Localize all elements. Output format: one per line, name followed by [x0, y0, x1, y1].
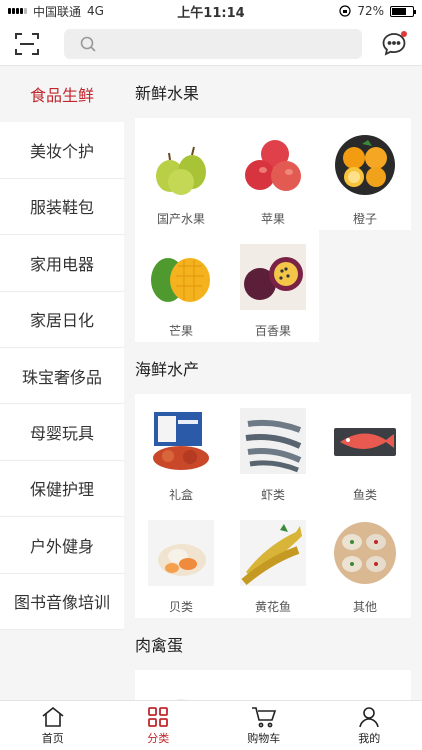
product-card[interactable]: 礼盒	[135, 394, 227, 506]
bowl-icon	[332, 684, 398, 700]
sidebar-item-label: 食品生鲜	[29, 86, 94, 106]
search-input[interactable]	[104, 36, 362, 51]
section-title: 海鲜水产	[135, 360, 200, 379]
product-label: 百香果	[254, 324, 291, 338]
product-label: 芒果	[168, 324, 193, 338]
product-label: 橙子	[352, 212, 377, 226]
section-title: 新鲜水果	[135, 84, 200, 103]
signal-icon	[8, 8, 27, 14]
product-card[interactable]: 百香果	[227, 230, 319, 342]
product-card[interactable]: 鱼类	[319, 394, 411, 506]
category-content: 新鲜水果 国产水果 苹果 橙子 芒果 百香果 海鲜水产 礼盒 虾类 鱼类 贝类 …	[135, 66, 411, 700]
sidebar-item-outdoor[interactable]: 户外健身	[0, 517, 124, 574]
battery-icon	[390, 5, 416, 17]
section-grid: 国产水果 苹果 橙子 芒果 百香果	[135, 118, 411, 342]
search-bar[interactable]	[64, 28, 362, 59]
tab-label: 分类	[147, 731, 170, 745]
home-icon	[42, 706, 64, 727]
status-bar: 中国联通 4G 上午11:14 72%	[0, 0, 422, 22]
product-label: 礼盒	[168, 488, 193, 502]
sidebar-item-jewelry[interactable]: 珠宝奢侈品	[0, 347, 124, 405]
user-icon	[359, 706, 380, 727]
tab-cart[interactable]: 购物车	[211, 701, 317, 750]
message-button[interactable]	[378, 28, 410, 60]
sidebar-item-appliances[interactable]: 家用电器	[0, 235, 124, 292]
product-card[interactable]: 国产水果	[135, 118, 227, 230]
product-card[interactable]: 虾类	[227, 394, 319, 506]
pear-icon	[156, 146, 206, 195]
product-card[interactable]: 苹果	[227, 118, 319, 230]
sidebar-item-label: 家用电器	[29, 254, 94, 274]
scan-icon	[15, 32, 39, 55]
product-card[interactable]: 黄花鱼	[227, 506, 319, 618]
product-label: 贝类	[168, 600, 193, 614]
section-grid: 礼盒 虾类 鱼类 贝类 黄花鱼 其他	[135, 394, 411, 618]
plate-icon	[175, 699, 187, 700]
blank-image	[240, 684, 306, 700]
sidebar-item-health[interactable]: 保健护理	[0, 460, 124, 518]
shrimp-icon	[240, 408, 306, 474]
product-label: 苹果	[260, 212, 285, 226]
sidebar-item-label: 保健护理	[29, 480, 94, 500]
sidebar-item-books[interactable]: 图书音像培训	[0, 573, 124, 630]
section-title: 肉禽蛋	[135, 636, 184, 655]
product-card[interactable]	[227, 670, 319, 700]
product-card[interactable]: 其他	[319, 506, 411, 618]
product-card[interactable]: 芒果	[135, 230, 227, 342]
product-card[interactable]	[135, 670, 227, 700]
clock: 上午11:14	[177, 5, 245, 21]
sidebar-item-label: 服装鞋包	[29, 198, 94, 218]
scan-button[interactable]	[12, 29, 42, 59]
bottom-tab-bar: 首页 分类 购物车 我的	[0, 700, 422, 750]
gift-box-icon	[153, 412, 209, 470]
passionfruit-icon	[240, 244, 306, 310]
yellow-croaker-icon	[240, 520, 306, 586]
sidebar-item-food[interactable]: 食品生鲜	[0, 66, 124, 123]
top-bar	[0, 22, 422, 66]
sidebar-item-label: 美妆个护	[29, 142, 94, 162]
sidebar-item-label: 图书音像培训	[13, 593, 110, 613]
unread-dot	[401, 30, 407, 37]
sidebar-item-household[interactable]: 家居日化	[0, 291, 124, 348]
sidebar-item-beauty[interactable]: 美妆个护	[0, 122, 124, 179]
network-label: 4G	[87, 4, 104, 18]
sidebar-item-label: 珠宝奢侈品	[21, 367, 102, 387]
carrier-label: 中国联通	[33, 4, 82, 19]
category-grid-icon	[148, 706, 169, 727]
sidebar-item-baby[interactable]: 母婴玩具	[0, 404, 124, 461]
cart-icon	[251, 706, 276, 727]
orange-icon	[335, 135, 395, 195]
tab-label: 我的	[358, 731, 381, 745]
sidebar-item-label: 母婴玩具	[29, 424, 94, 444]
apple-icon	[245, 140, 301, 191]
product-card[interactable]: 贝类	[135, 506, 227, 618]
tab-mine[interactable]: 我的	[317, 701, 422, 750]
sidebar-item-label: 家居日化	[29, 311, 94, 331]
product-card[interactable]: 橙子	[319, 118, 411, 230]
mango-icon	[151, 258, 210, 302]
sidebar-item-label: 户外健身	[29, 536, 94, 556]
tab-category[interactable]: 分类	[106, 701, 212, 750]
product-label: 黄花鱼	[254, 600, 291, 614]
oysters-icon	[334, 522, 396, 584]
category-sidebar: 食品生鲜 美妆个护 服装鞋包 家用电器 家居日化 珠宝奢侈品 母婴玩具 保健护理…	[0, 66, 124, 700]
sidebar-item-apparel[interactable]: 服装鞋包	[0, 178, 124, 236]
tab-label: 首页	[41, 731, 64, 745]
product-label: 其他	[352, 600, 377, 614]
fish-icon	[334, 428, 396, 456]
battery-percent: 72%	[357, 4, 384, 18]
product-label: 虾类	[260, 488, 285, 502]
scallop-icon	[148, 520, 214, 586]
product-card[interactable]	[319, 670, 411, 700]
section-grid	[135, 670, 411, 700]
tab-home[interactable]: 首页	[0, 701, 106, 750]
product-label: 国产水果	[156, 212, 205, 226]
rotation-lock-icon	[339, 5, 351, 17]
product-label: 鱼类	[352, 488, 377, 502]
search-icon	[80, 36, 96, 52]
tab-label: 购物车	[247, 731, 281, 745]
